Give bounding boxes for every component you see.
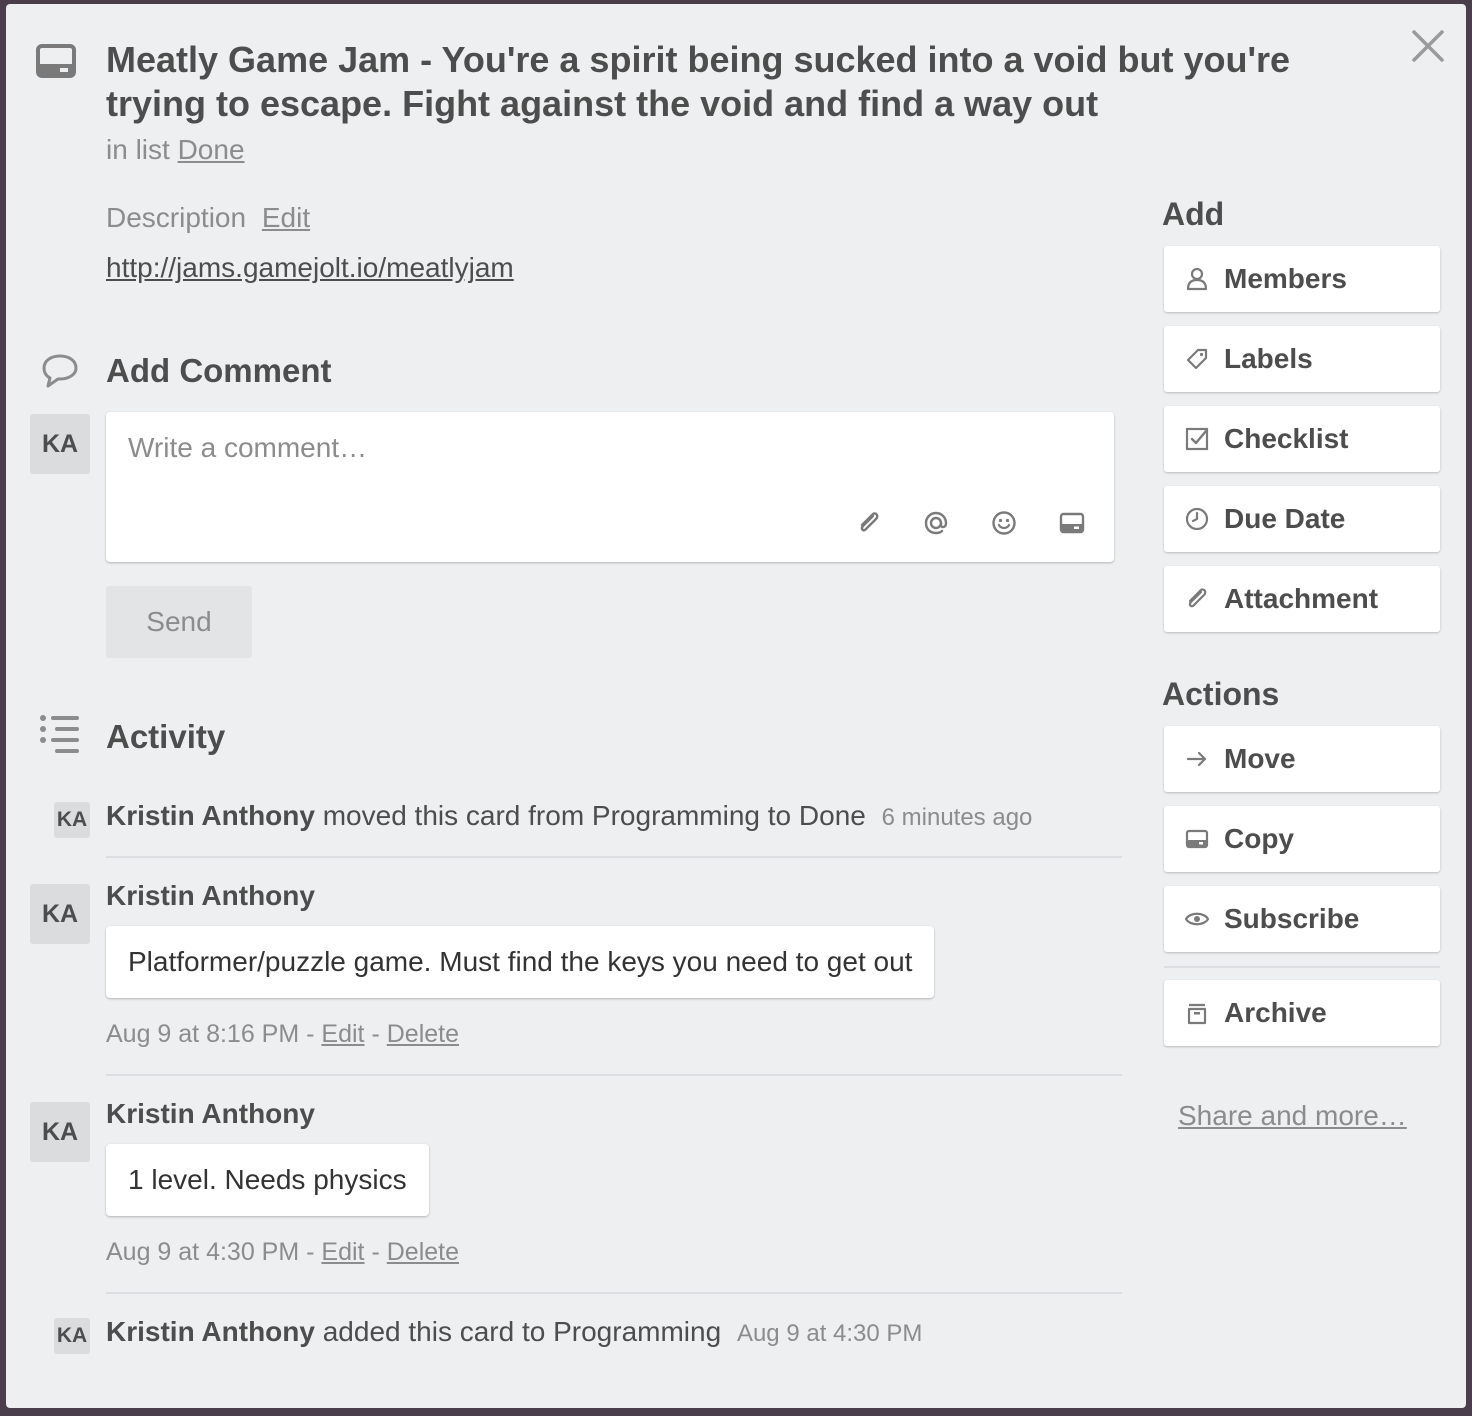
comment-author[interactable]: Kristin Anthony <box>106 880 315 912</box>
in-list-label: in list <box>106 134 170 165</box>
activity-text: moved this card from Programming to Done <box>322 800 866 831</box>
copy-label: Copy <box>1224 823 1294 854</box>
subscribe-button[interactable]: Subscribe <box>1164 886 1440 952</box>
send-button[interactable]: Send <box>106 586 252 658</box>
activity-action-item: Kristin Anthony added this card to Progr… <box>106 1316 922 1348</box>
list-location: in list Done <box>106 134 245 166</box>
archive-label: Archive <box>1224 997 1327 1028</box>
add-comment-title: Add Comment <box>106 352 332 389</box>
description-link[interactable]: http://jams.gamejolt.io/meatlyjam <box>106 252 514 284</box>
divider <box>1164 966 1440 968</box>
activity-title: Activity <box>106 718 226 755</box>
comment-date[interactable]: Aug 9 at 8:16 PM <box>106 1020 299 1048</box>
divider <box>106 856 1122 858</box>
archive-button[interactable]: Archive <box>1164 980 1440 1046</box>
card-detail-modal: Meatly Game Jam - You're a spirit being … <box>6 4 1466 1408</box>
checkbox-icon <box>1185 427 1209 451</box>
description-header: Description Edit <box>106 202 310 234</box>
separator: - <box>371 1238 380 1266</box>
card-icon <box>1185 829 1209 849</box>
activity-timestamp[interactable]: Aug 9 at 4:30 PM <box>737 1320 922 1347</box>
tag-icon <box>1186 348 1208 370</box>
eye-icon <box>1184 912 1210 926</box>
move-button[interactable]: Move <box>1164 726 1440 792</box>
activity-timestamp[interactable]: 6 minutes ago <box>882 804 1033 831</box>
person-icon <box>1186 267 1208 291</box>
card-icon <box>36 42 76 82</box>
due-date-label: Due Date <box>1224 503 1346 534</box>
avatar[interactable]: KA <box>30 414 90 474</box>
comment-box <box>106 412 1114 562</box>
avatar[interactable]: KA <box>30 1102 90 1162</box>
emoji-icon[interactable] <box>989 508 1019 538</box>
subscribe-label: Subscribe <box>1224 903 1360 934</box>
separator: - <box>306 1238 315 1266</box>
due-date-button[interactable]: Due Date <box>1164 486 1440 552</box>
labels-button[interactable]: Labels <box>1164 326 1440 392</box>
description-edit-link[interactable]: Edit <box>262 202 310 233</box>
arrow-right-icon <box>1186 751 1207 767</box>
card-title[interactable]: Meatly Game Jam - You're a spirit being … <box>106 38 1336 126</box>
comment-date[interactable]: Aug 9 at 4:30 PM <box>106 1238 299 1266</box>
attachment-button[interactable]: Attachment <box>1164 566 1440 632</box>
avatar[interactable]: KA <box>54 802 90 838</box>
checklist-label: Checklist <box>1224 423 1349 454</box>
clock-icon <box>1185 507 1209 531</box>
activity-action-item: Kristin Anthony moved this card from Pro… <box>106 800 1032 832</box>
comment-meta: Aug 9 at 8:16 PM - Edit - Delete <box>106 1020 459 1049</box>
members-label: Members <box>1224 263 1347 294</box>
checklist-button[interactable]: Checklist <box>1164 406 1440 472</box>
activity-author[interactable]: Kristin Anthony <box>106 1316 315 1347</box>
actions-section-title: Actions <box>1162 676 1280 712</box>
comment-delete-link[interactable]: Delete <box>387 1020 459 1048</box>
avatar[interactable]: KA <box>54 1318 90 1354</box>
comment-text: Platformer/puzzle game. Must find the ke… <box>106 926 935 998</box>
comment-input[interactable] <box>126 430 1086 510</box>
separator: - <box>371 1020 380 1048</box>
copy-button[interactable]: Copy <box>1164 806 1440 872</box>
comment-edit-link[interactable]: Edit <box>321 1238 364 1266</box>
share-and-more-link[interactable]: Share and more… <box>1178 1100 1407 1132</box>
comment-text: 1 level. Needs physics <box>106 1144 429 1216</box>
at-mention-icon[interactable] <box>921 508 951 538</box>
comment-delete-link[interactable]: Delete <box>387 1238 459 1266</box>
activity-text: added this card to Programming <box>322 1316 722 1347</box>
attachment-label: Attachment <box>1224 583 1379 614</box>
paperclip-icon[interactable] <box>854 508 884 538</box>
divider <box>106 1074 1122 1076</box>
close-icon[interactable] <box>1408 26 1448 66</box>
activity-author[interactable]: Kristin Anthony <box>106 800 315 831</box>
labels-label: Labels <box>1224 343 1313 374</box>
add-section-title: Add <box>1162 196 1225 232</box>
comment-edit-link[interactable]: Edit <box>321 1020 364 1048</box>
members-button[interactable]: Members <box>1164 246 1440 312</box>
paperclip-icon <box>1188 588 1207 608</box>
list-link[interactable]: Done <box>178 134 245 165</box>
divider <box>106 1292 1122 1294</box>
avatar[interactable]: KA <box>30 884 90 944</box>
description-label: Description <box>106 202 247 233</box>
move-label: Move <box>1224 743 1296 774</box>
comment-icon <box>38 348 82 392</box>
comment-meta: Aug 9 at 4:30 PM - Edit - Delete <box>106 1238 459 1267</box>
comment-author[interactable]: Kristin Anthony <box>106 1098 315 1130</box>
archive-icon <box>1187 1003 1207 1025</box>
separator: - <box>306 1020 315 1048</box>
card-icon[interactable] <box>1057 508 1087 538</box>
activity-icon <box>38 712 82 756</box>
